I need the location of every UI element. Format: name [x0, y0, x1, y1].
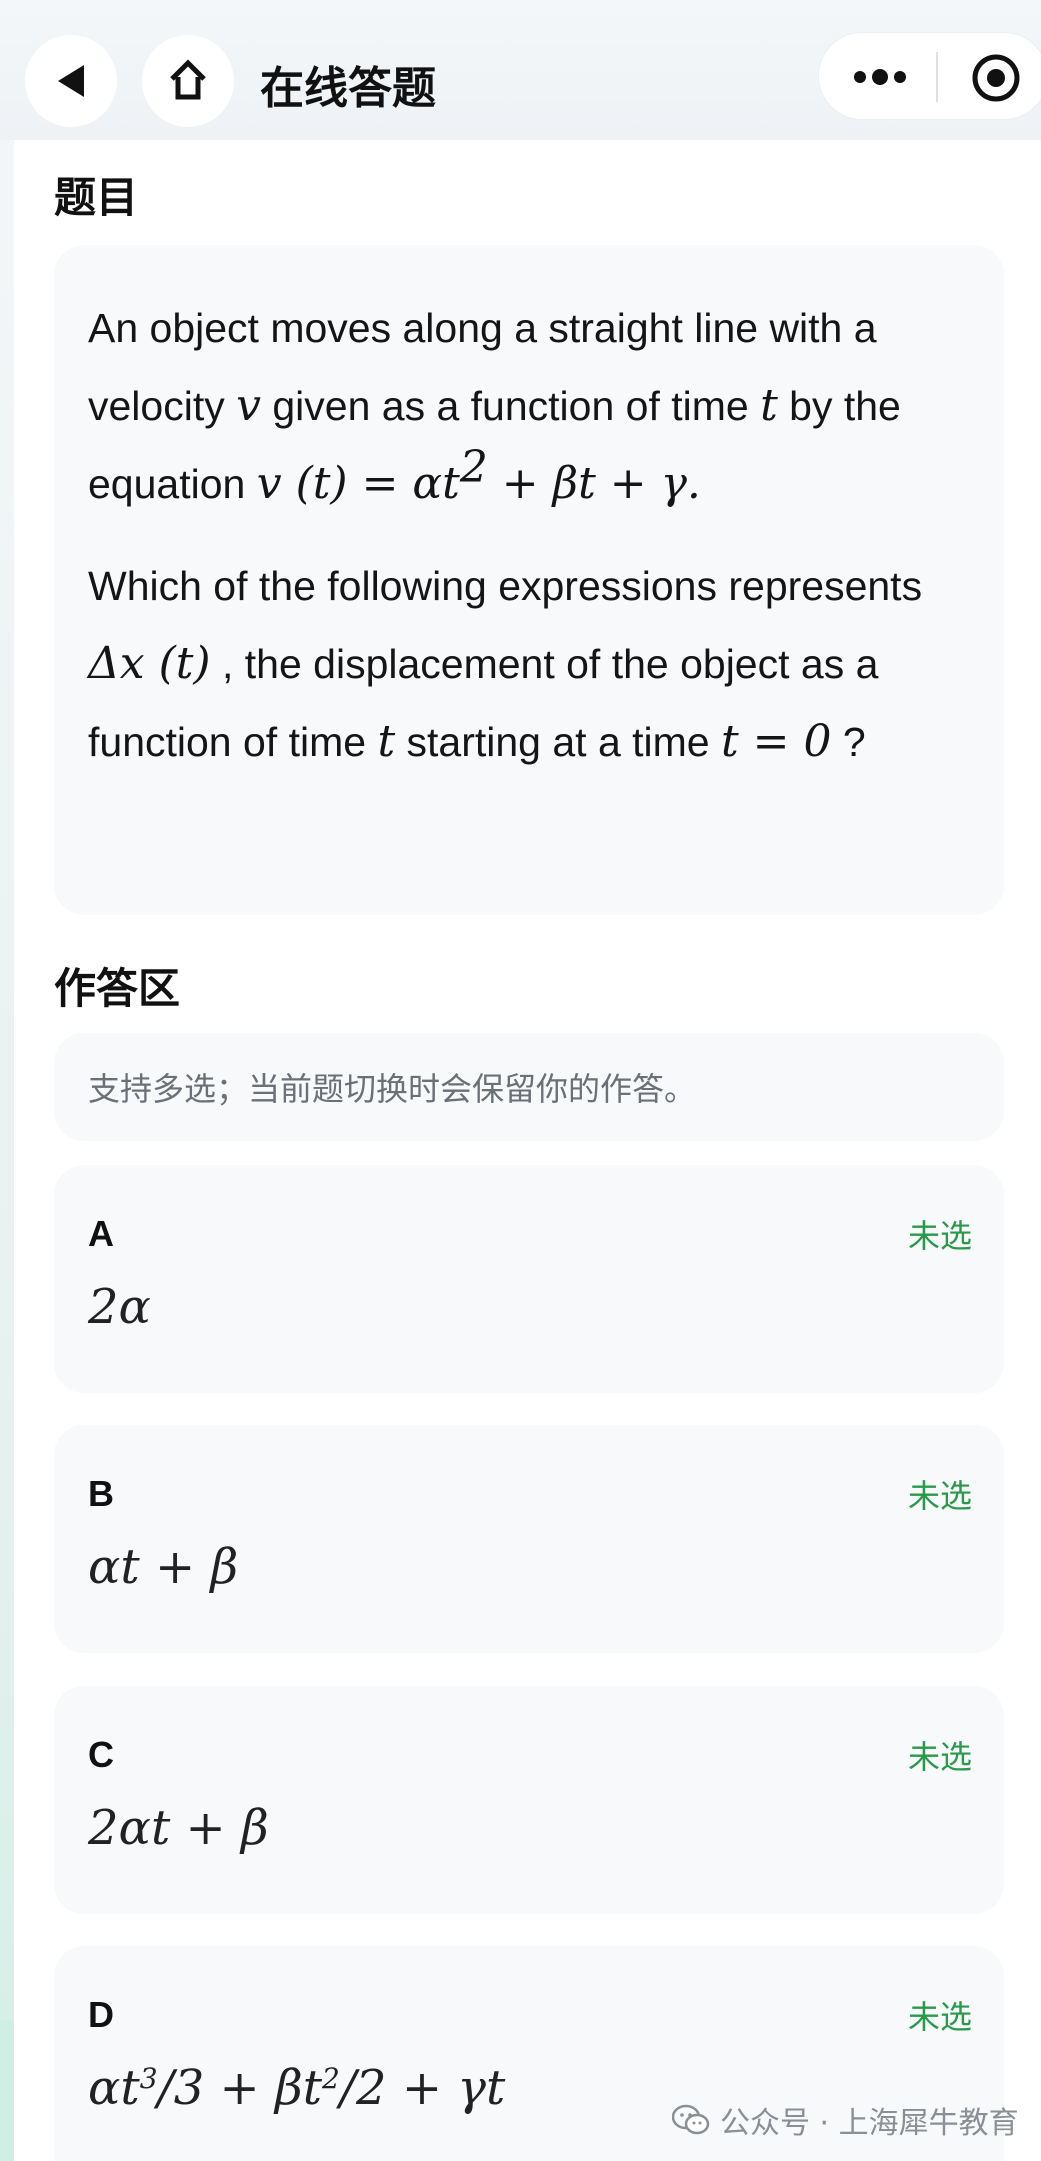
math-variable: t	[760, 380, 778, 431]
option-letter: C	[88, 1734, 114, 1775]
question-paragraph-1: An object moves along a straight line wi…	[88, 289, 968, 523]
hint-text: 支持多选；当前题切换时会保留你的作答。	[88, 1070, 697, 1108]
math-exponent: 3	[139, 2062, 158, 2095]
option-status: 未选	[907, 1998, 972, 2036]
answer-section-title: 作答区	[54, 964, 181, 1013]
home-button[interactable]	[142, 35, 234, 127]
more-options-button[interactable]	[840, 52, 920, 102]
wechat-icon	[672, 2104, 710, 2135]
question-text: ?	[831, 719, 866, 765]
close-mini-program-button[interactable]	[968, 50, 1024, 106]
question-paragraph-2: Which of the following expressions repre…	[88, 547, 968, 781]
option-expression: αt3/3 + βt2/2 + γt	[88, 2060, 505, 2116]
question-text: starting at a time	[395, 719, 721, 765]
math-equation: t = 0	[720, 716, 832, 767]
left-edge-strip-bottom	[0, 2020, 14, 2161]
expr-part: /2 + γt	[339, 2060, 506, 2116]
math-variable: v	[236, 380, 261, 431]
option-expression: αt + β	[88, 1539, 239, 1595]
option-letter: B	[88, 1473, 114, 1514]
math-variable: t	[377, 716, 396, 767]
math-equation: v (t) = αt	[256, 458, 460, 509]
option-card-a[interactable]: A 未选 2α	[54, 1165, 1004, 1393]
question-section-title: 题目	[54, 173, 139, 222]
option-expression: 2α	[88, 1279, 151, 1335]
more-dots-icon	[854, 69, 906, 85]
option-status: 未选	[907, 1217, 972, 1255]
hint-box: 支持多选；当前题切换时会保留你的作答。	[54, 1033, 1004, 1141]
option-expression: 2αt + β	[88, 1800, 269, 1856]
capsule-divider	[936, 52, 938, 102]
target-close-icon	[972, 54, 1020, 102]
question-text: Which of the following expressions repre…	[88, 563, 923, 609]
option-letter: D	[88, 1994, 114, 2035]
expr-part: αt	[88, 2060, 140, 2116]
back-button[interactable]	[25, 35, 117, 127]
watermark-text: 公众号 · 上海犀牛教育	[720, 2106, 1019, 2141]
option-letter: A	[88, 1213, 114, 1254]
left-edge-strip	[0, 140, 14, 2020]
math-displacement: Δx (t)	[88, 638, 211, 689]
back-arrow-icon	[58, 65, 84, 97]
math-equation: + βt + γ.	[487, 458, 701, 509]
expr-part: /3 + βt	[157, 2060, 323, 2116]
option-card-b[interactable]: B 未选 αt + β	[54, 1425, 1004, 1653]
page-title: 在线答题	[260, 63, 436, 114]
top-navigation-bar: 在线答题	[0, 0, 1041, 140]
question-card: An object moves along a straight line wi…	[54, 245, 1004, 915]
home-icon	[170, 59, 206, 100]
wechat-watermark: 公众号 · 上海犀牛教育	[672, 2098, 1019, 2142]
math-exponent: 2	[459, 442, 488, 493]
option-status: 未选	[907, 1738, 972, 1776]
option-status: 未选	[907, 1477, 972, 1515]
math-exponent: 2	[322, 2062, 340, 2095]
option-card-c[interactable]: C 未选 2αt + β	[54, 1686, 1004, 1914]
question-text: given as a function of time	[260, 383, 761, 429]
